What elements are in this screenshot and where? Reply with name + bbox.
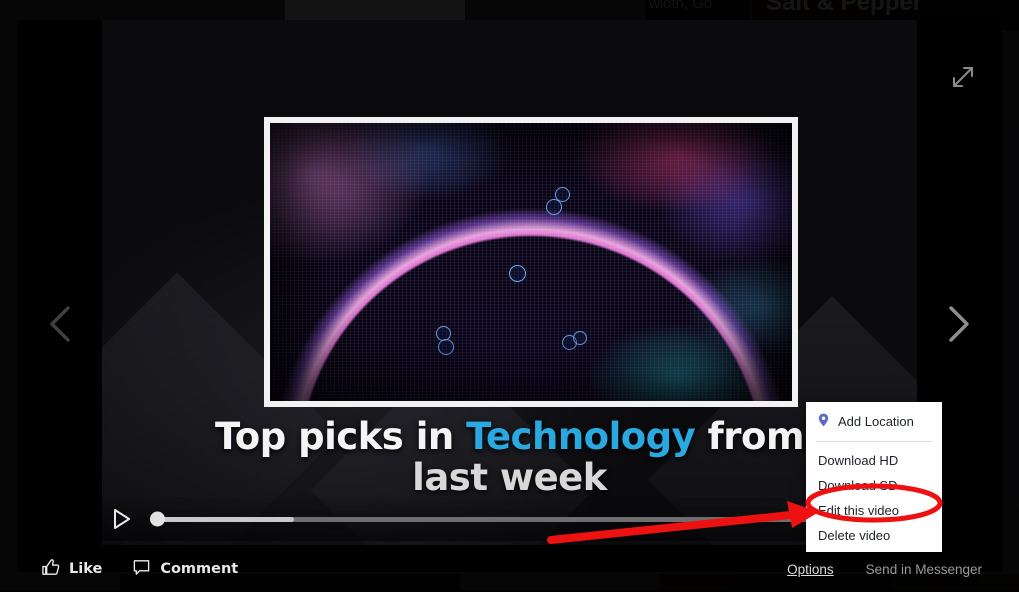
options-link[interactable]: Options	[787, 562, 834, 577]
expand-diagonal-icon[interactable]	[946, 60, 980, 94]
video-player-stage[interactable]: Top picks in Technology from last week	[102, 20, 917, 545]
location-pin-icon	[818, 413, 829, 430]
thumb-vignette	[270, 123, 792, 401]
video-controls-bar: -1:27	[102, 497, 917, 541]
menu-item-add-location[interactable]: Add Location	[806, 408, 942, 435]
seek-slider[interactable]	[150, 511, 864, 527]
seek-handle[interactable]	[150, 511, 165, 527]
menu-item-label: Download HD	[818, 453, 899, 468]
thumbs-up-icon	[41, 558, 60, 581]
video-thumbnail-frame	[264, 117, 798, 407]
menu-item-download-sd[interactable]: Download SD	[806, 473, 942, 498]
chevron-left-icon[interactable]	[31, 292, 91, 356]
like-label: Like	[69, 561, 103, 577]
menu-item-label: Edit this video	[818, 503, 899, 518]
chevron-right-icon[interactable]	[928, 292, 988, 356]
speech-bubble-icon	[132, 558, 151, 581]
seek-buffered-range	[152, 516, 295, 522]
video-thumbnail-image	[270, 123, 792, 401]
options-dropdown-menu[interactable]: Add Location Download HD Download SD Edi…	[806, 402, 942, 552]
menu-divider	[816, 441, 932, 442]
menu-item-label: Download SD	[818, 478, 898, 493]
comment-button[interactable]: Comment	[132, 558, 238, 581]
menu-item-download-hd[interactable]: Download HD	[806, 448, 942, 473]
menu-item-label: Delete video	[818, 528, 891, 543]
post-action-right-group: Options Send in Messenger	[787, 562, 982, 577]
menu-item-edit-this-video[interactable]: Edit this video	[806, 498, 942, 523]
play-icon[interactable]	[102, 499, 142, 539]
send-in-messenger-link[interactable]: Send in Messenger	[866, 562, 982, 577]
menu-item-label: Add Location	[838, 414, 914, 429]
comment-label: Comment	[160, 561, 239, 577]
menu-item-delete-video[interactable]: Delete video	[806, 523, 942, 548]
like-button[interactable]: Like	[41, 558, 102, 581]
post-action-row: Like Comment Options Send in Messenger	[17, 546, 1002, 592]
